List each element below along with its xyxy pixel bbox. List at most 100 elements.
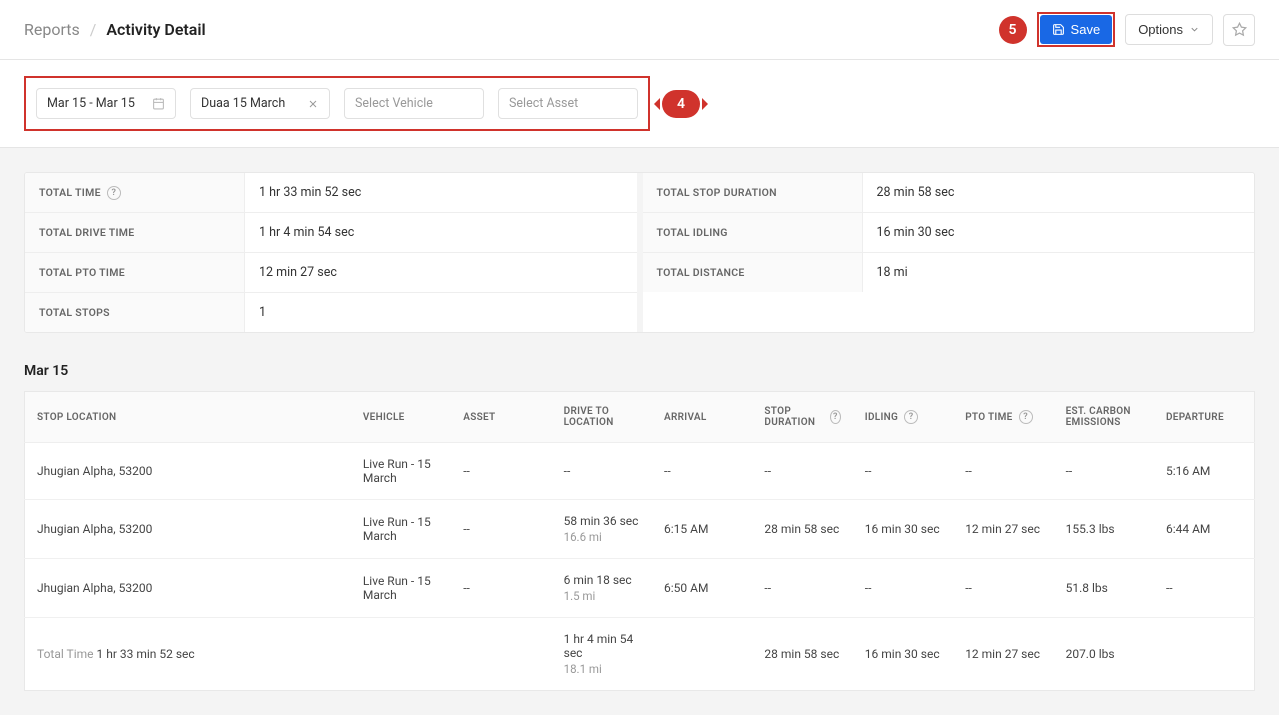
cell-vehicle: Live Run - 15 March: [351, 443, 451, 500]
summary-value: 16 min 30 sec: [863, 213, 1255, 252]
header-actions: 5 Save Options: [999, 12, 1255, 47]
options-button-label: Options: [1138, 22, 1183, 37]
summary-row: TOTAL DRIVE TIME1 hr 4 min 54 sec: [25, 213, 637, 253]
cell-pto-time: --: [953, 443, 1053, 500]
cell-emissions: 155.3 lbs: [1054, 500, 1154, 559]
options-button[interactable]: Options: [1125, 14, 1213, 45]
save-icon: [1052, 23, 1065, 36]
date-range-picker[interactable]: Mar 15 - Mar 15: [36, 88, 176, 119]
breadcrumb-separator: /: [90, 20, 97, 39]
table-col-header[interactable]: VEHICLE: [351, 392, 451, 443]
save-button[interactable]: Save: [1040, 15, 1113, 44]
cell-idling: 16 min 30 sec: [853, 500, 953, 559]
callout-5: 5: [999, 16, 1027, 44]
summary-value: 1 hr 4 min 54 sec: [245, 213, 637, 252]
cell-drive-to: 1 hr 4 min 54 sec18.1 mi: [552, 618, 652, 691]
cell-stop-location: Jhugian Alpha, 53200: [25, 443, 351, 500]
cell-asset: --: [451, 500, 551, 559]
summary-col-right: TOTAL STOP DURATION28 min 58 secTOTAL ID…: [643, 173, 1255, 332]
cell-pto-time: 12 min 27 sec: [953, 618, 1053, 691]
cell-stop-location: Jhugian Alpha, 53200: [25, 559, 351, 618]
vehicle-placeholder: Select Vehicle: [355, 96, 433, 111]
breadcrumb: Reports / Activity Detail: [24, 20, 206, 39]
cell-stop-duration: 28 min 58 sec: [752, 618, 852, 691]
help-icon[interactable]: ?: [1019, 410, 1033, 424]
summary-value: 28 min 58 sec: [863, 173, 1255, 212]
table-col-header[interactable]: STOP LOCATION: [25, 392, 351, 443]
cell-emissions: 51.8 lbs: [1054, 559, 1154, 618]
cell-arrival: --: [652, 443, 752, 500]
table-col-header[interactable]: DRIVE TO LOCATION: [552, 392, 652, 443]
table-row[interactable]: Jhugian Alpha, 53200Live Run - 15 March-…: [25, 443, 1255, 500]
star-icon: [1232, 22, 1247, 37]
favorite-button[interactable]: [1223, 14, 1255, 46]
summary-row: TOTAL IDLING16 min 30 sec: [643, 213, 1255, 253]
date-range-value: Mar 15 - Mar 15: [47, 96, 135, 111]
asset-select[interactable]: Select Asset: [498, 88, 638, 119]
section-title: Mar 15: [24, 363, 1255, 379]
help-icon[interactable]: ?: [904, 410, 918, 424]
table-col-header[interactable]: ARRIVAL: [652, 392, 752, 443]
driver-value: Duaa 15 March: [201, 96, 285, 111]
summary-value: 1 hr 33 min 52 sec: [245, 173, 637, 212]
table-row[interactable]: Jhugian Alpha, 53200Live Run - 15 March-…: [25, 500, 1255, 559]
cell-vehicle: Live Run - 15 March: [351, 559, 451, 618]
summary-value: 1: [245, 293, 637, 332]
cell-emissions: --: [1054, 443, 1154, 500]
callout-4: 4: [662, 90, 700, 118]
vehicle-select[interactable]: Select Vehicle: [344, 88, 484, 119]
table-col-header[interactable]: ASSET: [451, 392, 551, 443]
cell-departure: 6:44 AM: [1154, 500, 1255, 559]
summary-row: TOTAL DISTANCE18 mi: [643, 253, 1255, 292]
cell-stop-location: Jhugian Alpha, 53200: [25, 500, 351, 559]
content-area: TOTAL TIME ?1 hr 33 min 52 secTOTAL DRIV…: [0, 148, 1279, 715]
summary-label: TOTAL IDLING: [643, 213, 863, 252]
cell-drive-to: --: [552, 443, 652, 500]
summary-label: TOTAL STOP DURATION: [643, 173, 863, 212]
save-button-label: Save: [1071, 22, 1101, 37]
summary-grid: TOTAL TIME ?1 hr 33 min 52 secTOTAL DRIV…: [24, 172, 1255, 333]
help-icon[interactable]: ?: [107, 186, 121, 200]
table-col-header[interactable]: DEPARTURE: [1154, 392, 1255, 443]
calendar-icon: [152, 97, 165, 110]
summary-label: TOTAL DRIVE TIME: [25, 213, 245, 252]
breadcrumb-parent[interactable]: Reports: [24, 20, 80, 39]
activity-table: STOP LOCATIONVEHICLEASSETDRIVE TO LOCATI…: [24, 391, 1255, 691]
breadcrumb-current: Activity Detail: [106, 20, 205, 39]
cell-idling: 16 min 30 sec: [853, 618, 953, 691]
chevron-down-icon: [1189, 24, 1200, 35]
cell-drive-to: 6 min 18 sec1.5 mi: [552, 559, 652, 618]
cell-idling: --: [853, 559, 953, 618]
table-col-header[interactable]: PTO TIME?: [953, 392, 1053, 443]
cell-vehicle: Live Run - 15 March: [351, 500, 451, 559]
table-body: Jhugian Alpha, 53200Live Run - 15 March-…: [25, 443, 1255, 691]
summary-row: TOTAL STOP DURATION28 min 58 sec: [643, 173, 1255, 213]
cell-pto-time: 12 min 27 sec: [953, 500, 1053, 559]
cell-pto-time: --: [953, 559, 1053, 618]
clear-icon[interactable]: [307, 98, 319, 110]
cell-drive-to: 58 min 36 sec16.6 mi: [552, 500, 652, 559]
summary-label: TOTAL TIME ?: [25, 173, 245, 212]
cell-asset: --: [451, 559, 551, 618]
table-footer-row: Total Time 1 hr 33 min 52 sec 1 hr 4 min …: [25, 618, 1255, 691]
cell-departure: --: [1154, 559, 1255, 618]
cell-idling: --: [853, 443, 953, 500]
driver-select[interactable]: Duaa 15 March: [190, 88, 330, 119]
table-col-header[interactable]: IDLING?: [853, 392, 953, 443]
table-col-header[interactable]: EST. CARBON EMISSIONS: [1054, 392, 1154, 443]
page-header: Reports / Activity Detail 5 Save Options: [0, 0, 1279, 60]
table-row[interactable]: Jhugian Alpha, 53200Live Run - 15 March-…: [25, 559, 1255, 618]
summary-row: TOTAL TIME ?1 hr 33 min 52 sec: [25, 173, 637, 213]
table-col-header[interactable]: STOP DURATION?: [752, 392, 852, 443]
cell-total-time: Total Time 1 hr 33 min 52 sec: [25, 618, 351, 691]
summary-value: 12 min 27 sec: [245, 253, 637, 292]
cell-arrival: 6:50 AM: [652, 559, 752, 618]
summary-col-left: TOTAL TIME ?1 hr 33 min 52 secTOTAL DRIV…: [25, 173, 643, 332]
summary-row: TOTAL STOPS1: [25, 293, 637, 332]
summary-label: TOTAL PTO TIME: [25, 253, 245, 292]
help-icon[interactable]: ?: [830, 410, 841, 424]
save-button-highlight: Save: [1037, 12, 1116, 47]
cell-asset: --: [451, 443, 551, 500]
asset-placeholder: Select Asset: [509, 96, 578, 111]
table-header: STOP LOCATIONVEHICLEASSETDRIVE TO LOCATI…: [25, 392, 1255, 443]
